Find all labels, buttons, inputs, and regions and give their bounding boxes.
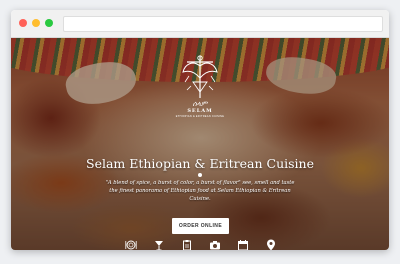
quick-links-bar [125,239,285,250]
cross-emblem-icon [182,55,218,98]
hero-description: "A blend of spice, a burst of color, a b… [105,180,295,202]
page-title: Selam Ethiopian & Eritrean Cuisine [86,156,314,171]
browser-titlebar [11,10,389,38]
calendar-icon[interactable] [237,239,249,250]
map-pin-icon[interactable] [265,239,277,250]
address-bar[interactable] [63,16,383,32]
restaurant-logo[interactable]: ሰላም SELAM ETHIOPIAN & ERITREAN CUISINE [175,52,225,124]
camera-icon[interactable] [209,239,221,250]
close-window-button[interactable] [19,19,27,27]
minimize-window-button[interactable] [32,19,40,27]
order-online-button[interactable]: ORDER ONLINE [172,218,229,234]
clipboard-icon[interactable] [181,239,193,250]
cocktail-icon[interactable] [153,239,165,250]
browser-window: ሰላም SELAM ETHIOPIAN & ERITREAN CUISINE S… [11,10,389,250]
logo-tagline: ETHIOPIAN & ERITREAN CUISINE [175,115,225,118]
separator-dot [198,173,202,177]
plate-icon[interactable] [125,239,137,250]
maximize-window-button[interactable] [45,19,53,27]
hero-section: ሰላም SELAM ETHIOPIAN & ERITREAN CUISINE S… [11,38,389,250]
logo-name: SELAM [187,108,213,114]
